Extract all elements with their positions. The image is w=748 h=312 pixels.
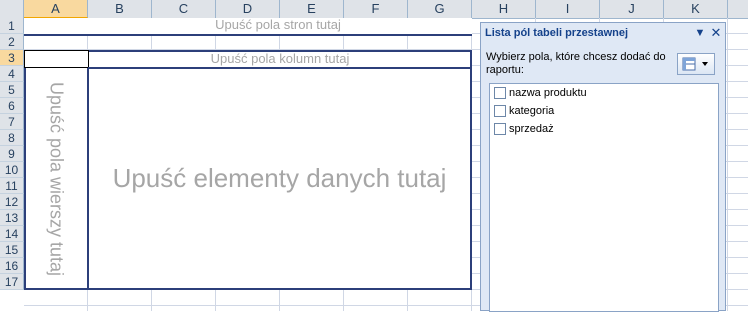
- row-header-2[interactable]: 2: [0, 34, 24, 50]
- column-header-c[interactable]: C: [152, 0, 216, 18]
- column-header-k[interactable]: K: [664, 0, 728, 18]
- row-header-13[interactable]: 13: [0, 210, 24, 226]
- row-header-7[interactable]: 7: [0, 114, 24, 130]
- row-header-16[interactable]: 16: [0, 258, 24, 274]
- panel-title: Lista pól tabeli przestawnej: [485, 27, 629, 39]
- field-label: kategoria: [509, 105, 555, 117]
- page-fields-drop-zone[interactable]: Upuść pola stron tutaj: [24, 18, 472, 36]
- column-header-g[interactable]: G: [408, 0, 472, 18]
- field-checkbox[interactable]: [494, 123, 506, 135]
- field-item-nazwa-produktu[interactable]: nazwa produktu: [494, 85, 587, 101]
- column-header-e[interactable]: E: [280, 0, 344, 18]
- row-header-15[interactable]: 15: [0, 242, 24, 258]
- row-header-12[interactable]: 12: [0, 194, 24, 210]
- field-list-box: nazwa produktu kategoria sprzedaż: [489, 83, 719, 312]
- field-checkbox[interactable]: [494, 87, 506, 99]
- page-fields-drop-text: Upuść pola stron tutaj: [215, 17, 341, 32]
- data-items-drop-text: Upuść elementy danych tutaj: [112, 163, 447, 193]
- column-header-i[interactable]: I: [536, 0, 600, 18]
- data-items-drop-zone[interactable]: Upuść elementy danych tutaj: [89, 69, 470, 288]
- column-fields-drop-text: Upuść pola kolumn tutaj: [210, 51, 350, 66]
- column-header-a[interactable]: A: [24, 0, 88, 18]
- panel-options-dropdown-icon[interactable]: ▼: [693, 26, 707, 40]
- column-header-d[interactable]: D: [216, 0, 280, 18]
- panel-close-icon[interactable]: ✕: [709, 26, 723, 40]
- pivot-field-list-panel: Lista pól tabeli przestawnej ▼ ✕ Wybierz…: [480, 22, 726, 312]
- row-header-4[interactable]: 4: [0, 66, 24, 82]
- active-cell-a3[interactable]: [24, 50, 89, 68]
- row-fields-drop-zone[interactable]: Upuść pola wierszy tutaj: [24, 68, 89, 290]
- field-label: sprzedaż: [509, 123, 554, 135]
- row-header-10[interactable]: 10: [0, 162, 24, 178]
- row-header-6[interactable]: 6: [0, 98, 24, 114]
- row-header-5[interactable]: 5: [0, 82, 24, 98]
- field-label: nazwa produktu: [509, 87, 587, 99]
- field-item-kategoria[interactable]: kategoria: [494, 103, 554, 119]
- row-header-14[interactable]: 14: [0, 226, 24, 242]
- select-all-corner[interactable]: [0, 0, 24, 18]
- column-header-f[interactable]: F: [344, 0, 408, 18]
- row-header-9[interactable]: 9: [0, 146, 24, 162]
- row-fields-drop-text: Upuść pola wierszy tutaj: [46, 81, 66, 277]
- row-header-11[interactable]: 11: [0, 178, 24, 194]
- row-header-3[interactable]: 3: [0, 50, 24, 66]
- column-header-b[interactable]: B: [88, 0, 152, 18]
- column-header-j[interactable]: J: [600, 0, 664, 18]
- column-header-row: A B C D E F G H I J K: [0, 0, 748, 19]
- field-checkbox[interactable]: [494, 105, 506, 117]
- field-item-sprzedaz[interactable]: sprzedaż: [494, 121, 554, 137]
- column-fields-drop-zone[interactable]: Upuść pola kolumn tutaj: [88, 50, 472, 69]
- field-layout-button[interactable]: [677, 53, 715, 75]
- row-header-8[interactable]: 8: [0, 130, 24, 146]
- field-layout-icon: [682, 57, 708, 71]
- column-header-h[interactable]: H: [472, 0, 536, 18]
- row-header-17[interactable]: 17: [0, 274, 24, 290]
- panel-instructions: Wybierz pola, które chcesz dodać do rapo…: [486, 51, 666, 76]
- row-header-1[interactable]: 1: [0, 18, 24, 34]
